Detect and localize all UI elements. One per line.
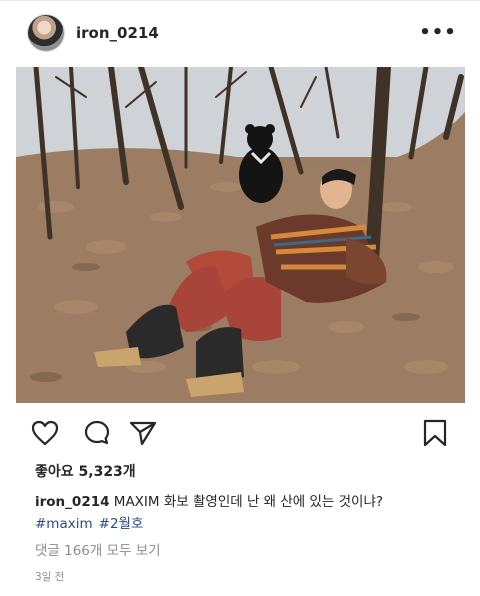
action-bar <box>0 414 480 450</box>
post-caption: iron_0214 MAXIM 화보 촬영인데 난 왜 산에 있는 것이냐? <box>35 490 475 510</box>
post-photo[interactable] <box>16 67 465 403</box>
post-username[interactable]: iron_0214 <box>76 24 159 42</box>
comment-icon[interactable] <box>82 418 112 448</box>
hashtags: #maxim #2월호 <box>35 512 149 532</box>
post-timestamp: 3일 전 <box>35 571 65 583</box>
post-photo-illustration <box>16 67 465 403</box>
bookmark-icon[interactable] <box>420 418 450 448</box>
hashtag-link[interactable]: #2월호 <box>99 516 144 532</box>
top-divider <box>0 0 480 1</box>
post-header: iron_0214 ••• <box>0 12 480 58</box>
share-icon[interactable] <box>128 418 158 448</box>
caption-text: MAXIM 화보 촬영인데 난 왜 산에 있는 것이냐? <box>113 494 384 510</box>
more-options-icon[interactable]: ••• <box>419 20 456 44</box>
hashtag-link[interactable]: #maxim <box>35 516 93 532</box>
view-all-comments-link[interactable]: 댓글 166개 모두 보기 <box>35 539 161 559</box>
likes-count[interactable]: 좋아요 5,323개 <box>35 461 136 481</box>
heart-icon[interactable] <box>30 418 60 448</box>
caption-username[interactable]: iron_0214 <box>35 494 110 510</box>
avatar[interactable] <box>28 15 64 51</box>
